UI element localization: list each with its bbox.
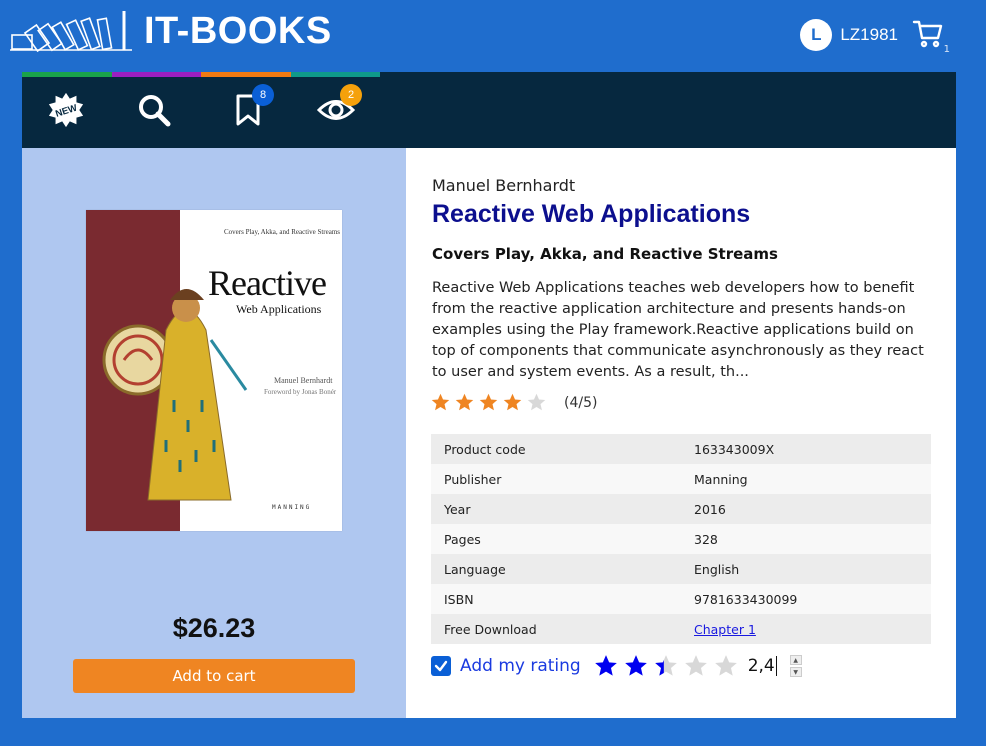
- detail-label: Publisher: [431, 464, 681, 494]
- star-filled-icon[interactable]: [593, 653, 619, 679]
- brand-name: IT-BOOKS: [144, 9, 332, 52]
- text-caret: [775, 656, 777, 676]
- checkmark-icon: [434, 660, 448, 672]
- detail-value: 328: [681, 524, 931, 554]
- table-row: Pages 328: [431, 524, 931, 554]
- nav-search-button[interactable]: [134, 90, 174, 130]
- color-strip: [22, 72, 380, 77]
- cover-subtitle: Covers Play, Akka, and Reactive Streams: [224, 228, 340, 236]
- rating-number-input[interactable]: 2,4 ▲ ▼: [748, 653, 802, 679]
- detail-value: 9781633430099: [681, 584, 931, 614]
- rating-spinner[interactable]: ▲ ▼: [789, 655, 802, 677]
- star-partial-icon[interactable]: [653, 653, 679, 679]
- table-row: Publisher Manning: [431, 464, 931, 494]
- my-rating-stars[interactable]: [593, 653, 743, 679]
- my-rating: Add my rating 2,4 ▲ ▼: [431, 653, 802, 679]
- star-empty-icon: [527, 393, 546, 411]
- star-filled-icon: [503, 393, 522, 411]
- avatar[interactable]: L: [800, 19, 833, 51]
- table-row: Product code 163343009X: [431, 434, 931, 464]
- table-row: Free Download Chapter 1: [431, 614, 931, 644]
- detail-label: Pages: [431, 524, 681, 554]
- bookmarks-badge: 8: [252, 84, 274, 106]
- cart-button[interactable]: 1: [912, 18, 950, 55]
- cover-foreword: Foreword by Jonas Bonér: [264, 388, 337, 396]
- book-cover-image[interactable]: Covers Play, Akka, and Reactive Streams …: [86, 210, 342, 531]
- detail-value: 163343009X: [681, 434, 931, 464]
- add-to-cart-button[interactable]: Add to cart: [73, 659, 355, 693]
- table-row: Language English: [431, 554, 931, 584]
- detail-value: 2016: [681, 494, 931, 524]
- price: $26.23: [172, 613, 256, 643]
- new-badge-icon: NEW: [48, 92, 84, 128]
- book-info-panel: Manuel Bernhardt Reactive Web Applicatio…: [406, 148, 956, 718]
- average-rating: (4/5): [430, 392, 597, 413]
- cover-title-line1: Reactive: [208, 263, 327, 303]
- search-icon: [139, 95, 171, 127]
- user-menu[interactable]: L LZ1981 1: [800, 18, 950, 55]
- viewed-badge: 2: [340, 84, 362, 106]
- cart-icon: [912, 20, 943, 48]
- star-empty-icon[interactable]: [683, 653, 709, 679]
- username[interactable]: LZ1981: [840, 25, 898, 45]
- book-cover-panel: Covers Play, Akka, and Reactive Streams …: [22, 148, 406, 718]
- book-title: Reactive Web Applications: [432, 200, 751, 228]
- book-author[interactable]: Manuel Bernhardt: [432, 176, 575, 195]
- book-details-table: Product code 163343009X Publisher Manning …: [431, 434, 931, 644]
- add-rating-label[interactable]: Add my rating: [460, 656, 581, 676]
- rating-text: (4/5): [564, 394, 598, 411]
- table-row: ISBN 9781633430099: [431, 584, 931, 614]
- rating-input-value: 2,4: [747, 656, 775, 676]
- star-filled-icon[interactable]: [623, 653, 649, 679]
- spinner-up-icon[interactable]: ▲: [789, 655, 802, 665]
- nav-viewed-button[interactable]: 2: [316, 84, 362, 130]
- add-rating-checkbox[interactable]: [431, 656, 451, 676]
- nav-new-button[interactable]: NEW: [46, 90, 86, 130]
- cover-title-line2: Web Applications: [236, 302, 322, 316]
- book-subtitle: Covers Play, Akka, and Reactive Streams: [432, 245, 778, 263]
- star-empty-icon[interactable]: [713, 653, 739, 679]
- table-row: Year 2016: [431, 494, 931, 524]
- detail-label: Year: [431, 494, 681, 524]
- nav-bar: NEW 8 2: [22, 72, 956, 148]
- cover-publisher: MANNING: [272, 504, 312, 511]
- detail-value: Manning: [681, 464, 931, 494]
- books-logo-icon: [10, 11, 132, 53]
- free-download-link[interactable]: Chapter 1: [694, 622, 756, 637]
- detail-label: ISBN: [431, 584, 681, 614]
- detail-label: Free Download: [431, 614, 681, 644]
- star-filled-icon: [455, 393, 474, 411]
- cover-author: Manuel Bernhardt: [274, 376, 333, 385]
- star-filled-icon: [479, 393, 498, 411]
- spinner-down-icon[interactable]: ▼: [789, 667, 802, 677]
- logo[interactable]: IT-BOOKS: [10, 6, 332, 56]
- nav-bookmarks-button[interactable]: 8: [228, 84, 274, 130]
- cart-count: 1: [943, 44, 950, 55]
- detail-label: Product code: [431, 434, 681, 464]
- detail-label: Language: [431, 554, 681, 584]
- star-filled-icon: [431, 393, 450, 411]
- detail-value: English: [681, 554, 931, 584]
- book-description: Reactive Web Applications teaches web de…: [432, 280, 924, 380]
